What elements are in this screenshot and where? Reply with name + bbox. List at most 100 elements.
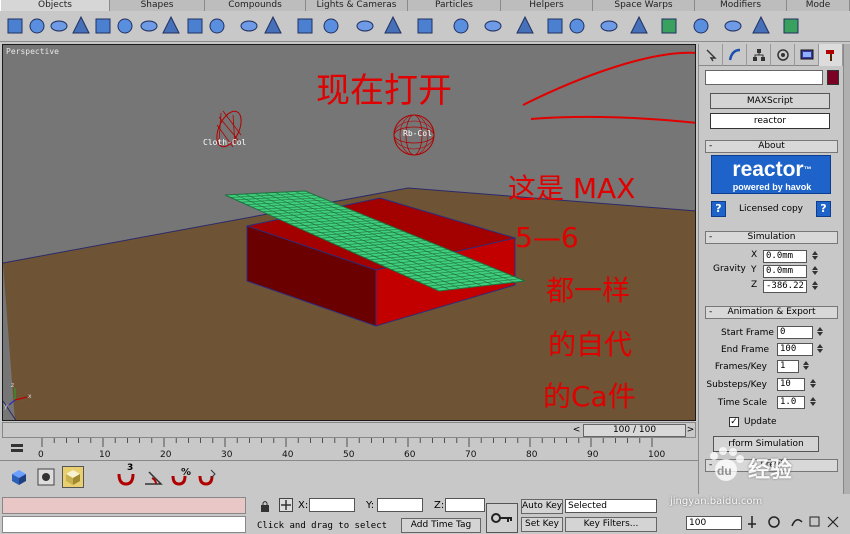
plane-icon[interactable] — [209, 18, 225, 34]
cylinder-icon[interactable] — [50, 20, 68, 32]
oil-tank-icon[interactable] — [323, 18, 339, 34]
gravity-z-spinner[interactable] — [811, 280, 819, 293]
spinner-snap-icon[interactable] — [196, 466, 218, 488]
hierarchy-tab[interactable] — [747, 44, 771, 66]
noise-icon[interactable] — [752, 15, 770, 34]
tab-modifiers[interactable]: Modifiers — [695, 0, 787, 11]
gravity-y-spinner[interactable] — [811, 265, 819, 278]
y-coord-field[interactable] — [377, 498, 423, 512]
animation-export-rollout-header[interactable]: - Animation & Export — [705, 306, 838, 319]
isolate-selection-icon[interactable] — [35, 466, 57, 488]
key-filters-button[interactable]: Key Filters... — [565, 517, 657, 532]
capsule-icon[interactable] — [516, 15, 534, 34]
chamfer-box-icon[interactable] — [297, 18, 313, 34]
z-coord-field[interactable] — [445, 498, 485, 512]
selection-lock-icon[interactable] — [62, 466, 84, 488]
reactor-button[interactable]: reactor — [710, 113, 830, 129]
c-ext-icon[interactable] — [569, 18, 585, 34]
percent-snap-icon[interactable]: % — [169, 466, 191, 488]
spring-icon[interactable] — [661, 18, 677, 34]
maxscript-button[interactable]: MAXScript — [710, 93, 830, 109]
time-slider-next[interactable]: > — [685, 424, 696, 437]
frames-per-key-spinner[interactable] — [802, 360, 810, 373]
object-name-field[interactable] — [705, 70, 823, 85]
gravity-y-field[interactable]: 0.0mm — [763, 265, 807, 278]
teapot-icon[interactable] — [95, 18, 111, 34]
tube-icon[interactable] — [162, 15, 180, 34]
tab-objects[interactable]: Objects — [0, 0, 110, 11]
tab-helpers[interactable]: Helpers — [501, 0, 593, 11]
cone-icon[interactable] — [117, 18, 133, 34]
end-frame-spinner[interactable] — [816, 343, 824, 356]
gengon-icon[interactable] — [384, 15, 402, 34]
object-color-swatch[interactable] — [827, 70, 839, 85]
chamfer-cyl-icon[interactable] — [484, 20, 502, 32]
snap-toggle-icon[interactable]: 3 — [115, 463, 137, 488]
box-icon[interactable] — [7, 18, 23, 34]
start-frame-field[interactable]: 0 — [777, 326, 813, 339]
tab-mode[interactable]: Mode — [787, 0, 850, 11]
about-rollout-header[interactable]: - About — [705, 140, 838, 153]
hedra-icon[interactable] — [264, 15, 282, 34]
substeps-field[interactable]: 10 — [777, 378, 805, 391]
create-tab[interactable] — [699, 44, 723, 66]
command-panel-scrollbar[interactable] — [843, 44, 850, 494]
sphere-icon[interactable] — [29, 18, 45, 34]
gravity-x-spinner[interactable] — [811, 250, 819, 263]
tab-shapes[interactable]: Shapes — [110, 0, 205, 11]
frames-per-key-field[interactable]: 1 — [777, 360, 799, 373]
key-mode-button[interactable] — [486, 503, 518, 533]
gravity-z-field[interactable]: -386.22 — [763, 280, 807, 293]
time-scale-field[interactable]: 1.0 — [777, 396, 805, 409]
gravity-x-field[interactable]: 0.0mm — [763, 250, 807, 263]
torus-icon[interactable] — [72, 15, 90, 34]
spindle-icon[interactable] — [356, 20, 374, 32]
track-view-toggle-icon[interactable] — [10, 442, 24, 454]
update-checkbox[interactable]: ✓ — [729, 417, 739, 427]
add-time-tag-button[interactable]: Add Time Tag — [401, 518, 481, 533]
lock-icon[interactable] — [260, 500, 270, 512]
help-button-right[interactable]: ? — [816, 201, 831, 217]
tab-compounds[interactable]: Compounds — [205, 0, 306, 11]
tab-particles[interactable]: Particles — [408, 0, 501, 11]
ring-wave-icon[interactable] — [417, 18, 433, 34]
torus-knot-icon[interactable] — [453, 18, 469, 34]
tab-space-warps[interactable]: Space Warps — [593, 0, 695, 11]
modify-tab[interactable] — [723, 44, 747, 66]
pyramid-icon[interactable] — [187, 18, 203, 34]
tool-a-icon[interactable] — [783, 18, 799, 34]
angle-snap-icon[interactable] — [142, 466, 164, 488]
hose-icon[interactable] — [600, 20, 618, 32]
absolute-mode-icon[interactable] — [279, 498, 293, 512]
time-slider[interactable]: < 100 / 100 > — [2, 422, 696, 438]
prism-icon[interactable] — [630, 15, 648, 34]
help-button-left[interactable]: ? — [711, 201, 726, 217]
maxscript-listener-top[interactable] — [2, 497, 246, 514]
set-key-button[interactable]: Set Key — [521, 517, 563, 532]
perspective-viewport[interactable]: Perspective Cloth-Col Rb-Col z x y 现在打开 … — [2, 44, 696, 421]
frame-number-field[interactable]: 100 — [686, 516, 742, 530]
maxscript-listener-bottom[interactable] — [2, 516, 246, 533]
select-object-icon[interactable] — [8, 466, 30, 488]
tab-lights-cameras[interactable]: Lights & Cameras — [306, 0, 408, 11]
selected-dropdown[interactable]: Selected — [565, 499, 657, 513]
utilities-tab[interactable] — [819, 44, 843, 66]
viewport-label[interactable]: Perspective — [6, 47, 59, 56]
time-slider-prev[interactable]: < — [571, 424, 582, 437]
wave-icon[interactable] — [724, 20, 742, 32]
blob-icon[interactable] — [693, 18, 709, 34]
viewport-nav-controls[interactable] — [746, 512, 846, 532]
end-frame-field[interactable]: 100 — [777, 343, 813, 356]
track-bar[interactable]: 0 10 20 30 40 50 60 70 80 90 100 — [2, 438, 696, 460]
time-slider-handle[interactable]: 100 / 100 — [583, 424, 686, 437]
geosphere-icon[interactable] — [140, 20, 158, 32]
substeps-spinner[interactable] — [809, 378, 817, 391]
simulation-rollout-header[interactable]: - Simulation — [705, 231, 838, 244]
motion-tab[interactable] — [771, 44, 795, 66]
l-ext-icon[interactable] — [547, 18, 563, 34]
start-frame-spinner[interactable] — [816, 326, 824, 339]
time-scale-spinner[interactable] — [809, 396, 817, 409]
grid-icon[interactable] — [240, 20, 258, 32]
display-tab[interactable] — [795, 44, 819, 66]
x-coord-field[interactable] — [309, 498, 355, 512]
